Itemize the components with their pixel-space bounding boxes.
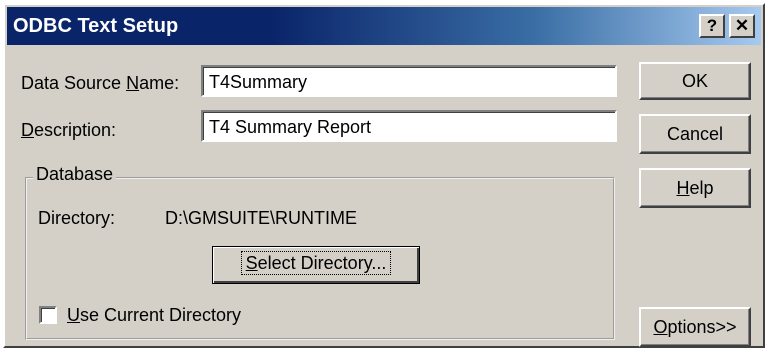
help-icon[interactable]: ?: [699, 14, 725, 38]
odbc-text-setup-dialog: ODBC Text Setup ? ✕ Data Source Name: T4…: [3, 3, 765, 348]
cancel-button[interactable]: Cancel: [639, 114, 751, 154]
dsn-label: Data Source Name:: [21, 73, 180, 93]
close-icon[interactable]: ✕: [729, 14, 755, 38]
help-button[interactable]: Help: [639, 168, 751, 208]
use-current-directory-checkbox[interactable]: [39, 306, 57, 324]
description-input[interactable]: T4 Summary Report: [201, 110, 617, 142]
title-bar[interactable]: ODBC Text Setup ? ✕: [7, 7, 761, 45]
options-button[interactable]: Options>>: [639, 307, 751, 347]
description-label: Description:: [21, 120, 117, 140]
use-current-directory-label[interactable]: Use Current Directory: [67, 304, 241, 326]
ok-button[interactable]: OK: [639, 62, 751, 100]
window-title: ODBC Text Setup: [13, 15, 179, 37]
directory-label: Directory:: [38, 208, 116, 228]
select-directory-button[interactable]: Select Directory...: [212, 246, 420, 284]
database-group-label: Database: [33, 163, 117, 185]
dsn-input[interactable]: T4Summary: [201, 65, 617, 97]
directory-value: D:\GMSUITE\RUNTIME: [165, 208, 357, 228]
